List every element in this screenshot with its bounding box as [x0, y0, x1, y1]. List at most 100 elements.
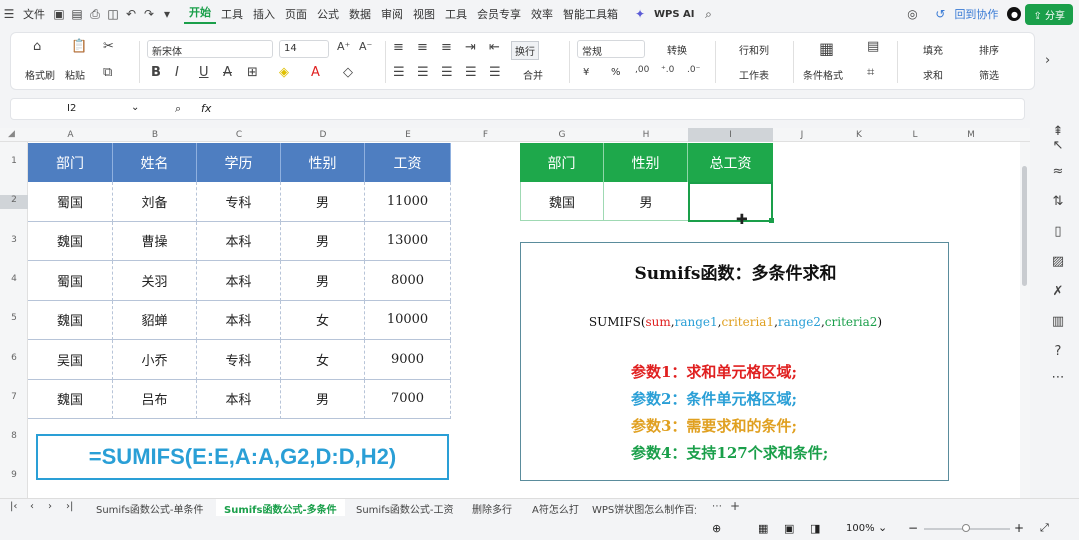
merge-button[interactable]: 合并: [523, 67, 543, 82]
page-break-icon[interactable]: ◨: [810, 522, 820, 535]
employee-cell-r3-c1[interactable]: 貂蝉: [113, 300, 197, 340]
col-header-d[interactable]: D: [281, 128, 365, 142]
justify-icon[interactable]: ☰: [465, 65, 477, 80]
add-sheet-icon[interactable]: +: [730, 499, 740, 513]
cond-format-button[interactable]: 条件格式: [803, 67, 843, 82]
more-icon[interactable]: ⋯: [1048, 370, 1068, 390]
tab-sumifs-salary[interactable]: Sumifs函数公式-工资: [356, 501, 454, 516]
print-preview-icon[interactable]: ◫: [104, 5, 122, 23]
style-icon[interactable]: ≈: [1048, 164, 1068, 184]
search-icon[interactable]: ⌕: [700, 5, 718, 23]
font-shrink-icon[interactable]: A⁻: [359, 40, 372, 53]
back-to-collab-button[interactable]: 回到协作: [949, 6, 1003, 22]
employee-cell-r0-c1[interactable]: 刘备: [113, 182, 197, 222]
name-box[interactable]: I2: [67, 103, 76, 114]
tip-icon[interactable]: ◎: [903, 5, 921, 23]
employee-cell-r2-c4[interactable]: 8000: [365, 261, 451, 301]
location-icon[interactable]: ⊕: [712, 522, 721, 535]
col-header-h[interactable]: H: [604, 128, 688, 142]
name-box-dropdown-icon[interactable]: ⌄: [131, 102, 139, 113]
decrease-decimal-icon[interactable]: .0⁻: [687, 65, 700, 75]
cell-border-icon[interactable]: ⌗: [867, 65, 874, 80]
employee-cell-r5-c4[interactable]: 7000: [365, 379, 451, 419]
book-icon[interactable]: ▥: [1048, 314, 1068, 334]
row-header-2[interactable]: 2: [0, 195, 28, 209]
align-left-icon[interactable]: ☰: [393, 65, 405, 80]
print-icon[interactable]: ⎙: [86, 5, 104, 23]
font-size-select[interactable]: 14: [279, 40, 329, 58]
col-header-c[interactable]: C: [197, 128, 281, 142]
align-top-icon[interactable]: ≡: [393, 40, 404, 55]
employee-cell-r0-c0[interactable]: 蜀国: [28, 182, 113, 222]
last-sheet-icon[interactable]: ›|: [66, 501, 73, 512]
employee-header-2[interactable]: 学历: [197, 143, 281, 182]
underline-icon[interactable]: U: [199, 65, 209, 80]
tab-formula[interactable]: 公式: [312, 6, 344, 22]
indent-icon[interactable]: ⇥: [465, 40, 476, 55]
format-painter-button[interactable]: 格式刷: [25, 67, 55, 82]
employee-cell-r2-c2[interactable]: 本科: [197, 261, 281, 301]
tab-view[interactable]: 视图: [408, 6, 440, 22]
fill-color-icon[interactable]: ◈: [279, 65, 289, 80]
tab-more-icon[interactable]: ⋯: [712, 501, 722, 512]
file-menu[interactable]: 文件: [18, 6, 50, 22]
format-painter-icon[interactable]: ⌂: [33, 39, 41, 54]
employee-header-1[interactable]: 姓名: [113, 143, 197, 182]
zoom-in-icon[interactable]: +: [1014, 521, 1024, 535]
col-header-a[interactable]: A: [28, 128, 113, 142]
fill-button[interactable]: 填充: [923, 42, 943, 57]
employee-header-0[interactable]: 部门: [28, 143, 113, 182]
row-header-7[interactable]: 7: [0, 392, 28, 402]
employee-cell-r3-c0[interactable]: 魏国: [28, 300, 113, 340]
employee-cell-r0-c2[interactable]: 专科: [197, 182, 281, 222]
employee-cell-r4-c4[interactable]: 9000: [365, 340, 451, 380]
currency-button[interactable]: ¥: [583, 67, 589, 78]
export-pdf-icon[interactable]: ▤: [68, 5, 86, 23]
rows-cols-button[interactable]: 行和列: [739, 42, 769, 57]
select-all-corner[interactable]: ◢: [8, 129, 15, 139]
fill-handle[interactable]: [769, 218, 774, 223]
wps-ai-button[interactable]: WPS AI: [649, 9, 700, 20]
tab-tools[interactable]: 工具: [440, 6, 472, 22]
employee-header-4[interactable]: 工资: [365, 143, 451, 182]
cond-format-icon[interactable]: ▦: [819, 39, 834, 58]
employee-cell-r1-c2[interactable]: 本科: [197, 221, 281, 261]
document-icon[interactable]: ▯: [1048, 224, 1068, 244]
tab-page[interactable]: 页面: [280, 6, 312, 22]
border-icon[interactable]: ⊞: [247, 65, 258, 80]
row-header-3[interactable]: 3: [0, 235, 28, 245]
employee-cell-r1-c1[interactable]: 曹操: [113, 221, 197, 261]
col-header-m[interactable]: M: [943, 128, 999, 142]
ribbon-scroll-right-icon[interactable]: ›: [1045, 53, 1050, 68]
fx-button[interactable]: fx: [201, 102, 211, 115]
row-header-8[interactable]: 8: [0, 431, 28, 441]
criteria-dept-cell[interactable]: 魏国: [520, 182, 604, 221]
criteria-header-dept[interactable]: 部门: [520, 143, 604, 182]
font-name-select[interactable]: 新宋体: [147, 40, 273, 58]
hamburger-icon[interactable]: ☰: [0, 5, 18, 23]
employee-cell-r2-c0[interactable]: 蜀国: [28, 261, 113, 301]
tab-data[interactable]: 数据: [344, 6, 376, 22]
sort-button[interactable]: 排序: [979, 42, 999, 57]
vertical-scroll-thumb[interactable]: [1022, 166, 1027, 286]
filter-button[interactable]: 筛选: [979, 67, 999, 82]
cell-style-icon[interactable]: ▤: [867, 39, 879, 54]
save-icon[interactable]: ▣: [50, 5, 68, 23]
col-header-l[interactable]: L: [887, 128, 943, 142]
criteria-gender-cell[interactable]: 男: [604, 182, 688, 221]
undo-icon[interactable]: ↶: [122, 5, 140, 23]
employee-cell-r1-c3[interactable]: 男: [281, 221, 365, 261]
prev-sheet-icon[interactable]: ‹: [30, 501, 34, 512]
employee-cell-r1-c4[interactable]: 13000: [365, 221, 451, 261]
employee-header-3[interactable]: 性别: [281, 143, 365, 182]
wrap-button[interactable]: 换行: [511, 41, 539, 60]
tab-a-symbol[interactable]: A符怎么打: [532, 501, 579, 516]
worksheet-button[interactable]: 工作表: [739, 67, 769, 82]
row-header-9[interactable]: 9: [0, 470, 28, 480]
employee-cell-r2-c3[interactable]: 男: [281, 261, 365, 301]
increase-decimal-icon[interactable]: ⁺.0: [661, 65, 674, 75]
property-icon[interactable]: ⇅: [1048, 194, 1068, 214]
fullscreen-icon[interactable]: ⤢: [1040, 521, 1049, 535]
strikethrough-icon[interactable]: A: [223, 65, 232, 80]
tab-sumifs-single[interactable]: Sumifs函数公式-单条件: [96, 501, 204, 516]
